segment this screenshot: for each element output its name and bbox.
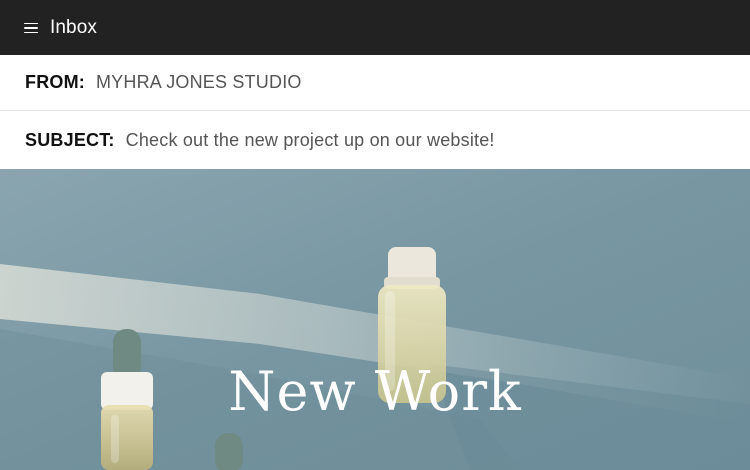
subject-value: Check out the new project up on our webs…	[125, 129, 495, 150]
from-row: FROM: MYHRA JONES STUDIO	[0, 55, 750, 111]
subject-label: SUBJECT:	[25, 129, 115, 150]
top-bar: Inbox	[0, 0, 750, 55]
email-preview-screen: Inbox FROM: MYHRA JONES STUDIO SUBJECT: …	[0, 0, 750, 470]
from-label: FROM:	[25, 72, 85, 92]
subject-row: SUBJECT: Check out the new project up on…	[0, 112, 750, 168]
menu-icon[interactable]	[24, 22, 40, 34]
inbox-title[interactable]: Inbox	[50, 17, 97, 39]
from-value: MYHRA JONES STUDIO	[95, 72, 302, 92]
hero-image: New Work	[0, 169, 750, 470]
hero-photo	[0, 169, 750, 470]
hero-title: New Work	[228, 360, 522, 423]
